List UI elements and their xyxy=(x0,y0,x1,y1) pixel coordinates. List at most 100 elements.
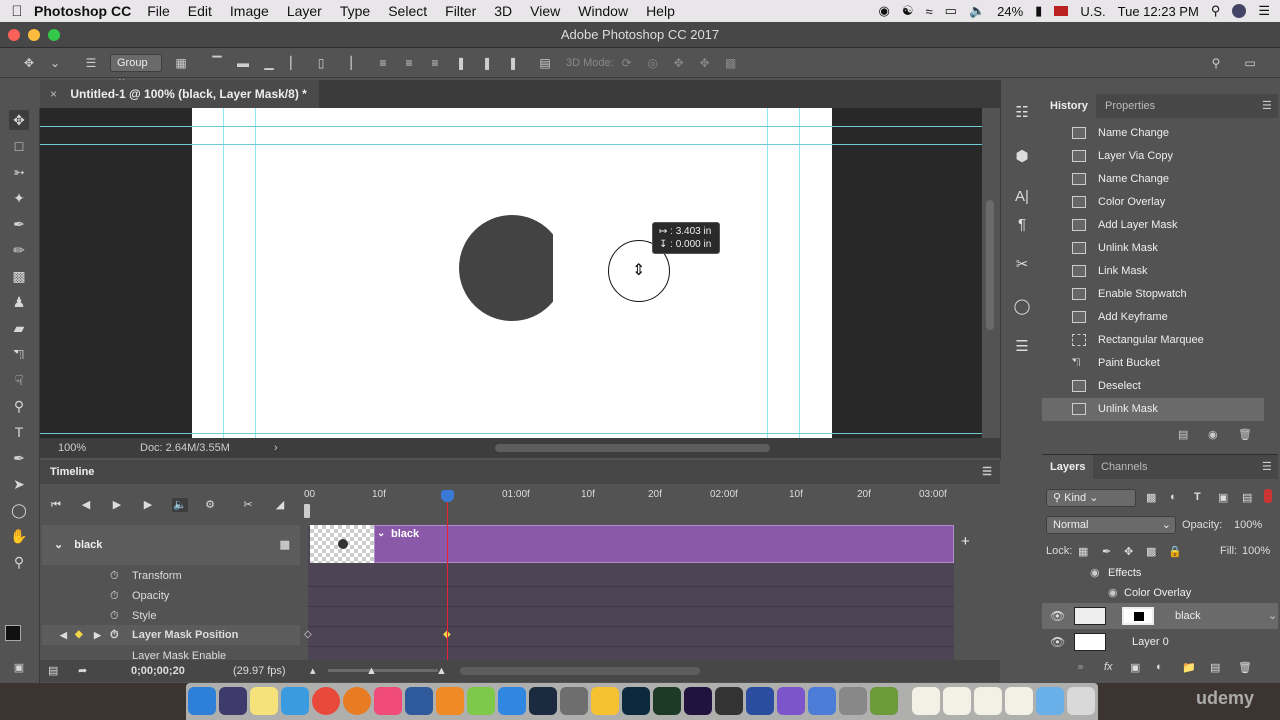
type-tool-icon[interactable]: T xyxy=(9,422,29,442)
close-window-button[interactable] xyxy=(8,29,20,41)
clock[interactable]: Tue 12:23 PM xyxy=(1118,4,1199,19)
visual-studio-icon[interactable] xyxy=(808,687,836,715)
user-icon[interactable] xyxy=(1232,4,1247,18)
finder-icon[interactable] xyxy=(188,687,216,715)
history-item[interactable]: Color Overlay xyxy=(1042,191,1264,214)
search-icon[interactable]: ⚲ xyxy=(1207,55,1225,71)
settings-gear-icon[interactable]: ⚙ xyxy=(202,498,218,512)
effects-row[interactable]: ◉ Effects xyxy=(1042,563,1278,583)
hand-tool-icon[interactable]: ✋ xyxy=(9,526,29,546)
align-bottom-icon[interactable]: ▁ xyxy=(260,55,278,71)
timeline-ruler[interactable]: 00 10f 01:00f 10f 20f 02:00f 10f 20f 03:… xyxy=(300,486,960,518)
new-layer-icon[interactable]: ▤ xyxy=(1210,661,1220,674)
smudge-icon[interactable]: ☟ xyxy=(9,370,29,390)
stopwatch-icon[interactable]: ⏱ xyxy=(110,586,119,606)
safari-icon[interactable] xyxy=(281,687,309,715)
after-effects-icon[interactable] xyxy=(684,687,712,715)
layer-row-black[interactable]: 👁 black ⌄ xyxy=(1042,603,1278,629)
snapshot-camera-icon[interactable]: ◉ xyxy=(1208,428,1218,441)
spotlight-icon[interactable]: ⚲ xyxy=(1211,3,1221,19)
next-frame-icon[interactable]: ▶ xyxy=(140,498,156,512)
flag-icon[interactable] xyxy=(1054,6,1069,16)
distribute-vcenter-icon[interactable]: ≡ xyxy=(400,55,418,71)
align-left-icon[interactable]: ▏ xyxy=(286,55,304,71)
zoom-out-icon[interactable]: ▴ xyxy=(310,660,316,682)
eyedropper-icon[interactable]: ✒ xyxy=(9,214,29,234)
filter-pixel-icon[interactable]: ▩ xyxy=(1146,491,1156,504)
quick-mask-icon[interactable]: ▣ xyxy=(9,658,29,678)
new-document-from-state-icon[interactable]: ▤ xyxy=(1178,428,1188,441)
magic-wand-icon[interactable]: ✦ xyxy=(9,188,29,208)
history-item[interactable]: Link Mask xyxy=(1042,260,1264,283)
menu-layer[interactable]: Layer xyxy=(287,3,322,19)
pen-tool-icon[interactable]: ✒ xyxy=(9,448,29,468)
playhead-handle[interactable] xyxy=(441,490,454,502)
timeline-title[interactable]: Timeline xyxy=(50,466,94,478)
filter-type-icon[interactable]: T xyxy=(1194,491,1201,503)
zoom-level[interactable]: 100% xyxy=(58,438,86,458)
ibooks-icon[interactable] xyxy=(436,687,464,715)
work-area-start-handle[interactable] xyxy=(304,504,310,518)
volume-icon[interactable]: 🔈 xyxy=(969,3,985,19)
history-item[interactable]: Enable Stopwatch xyxy=(1042,283,1264,306)
menu-filter[interactable]: Filter xyxy=(445,3,476,19)
move-tool-icon[interactable]: ✥ xyxy=(20,55,38,71)
tab-properties[interactable]: Properties xyxy=(1097,94,1163,118)
menu-edit[interactable]: Edit xyxy=(188,3,212,19)
filter-adjustment-icon[interactable]: ◐ xyxy=(1170,491,1177,503)
tab-history[interactable]: History xyxy=(1042,94,1096,118)
dreamweaver-icon[interactable] xyxy=(777,687,805,715)
workspace-icon[interactable]: ▭ xyxy=(1241,55,1259,71)
menu-select[interactable]: Select xyxy=(388,3,427,19)
color-overlay-row[interactable]: ◉ Color Overlay xyxy=(1042,583,1278,603)
filter-toggle[interactable] xyxy=(1264,489,1272,503)
app-menu[interactable]: Photoshop CC xyxy=(34,3,131,19)
quicktime-icon[interactable] xyxy=(405,687,433,715)
history-item[interactable]: Name Change xyxy=(1042,168,1264,191)
align-hcenter-icon[interactable]: ▯ xyxy=(312,55,330,71)
input-source[interactable]: U.S. xyxy=(1080,4,1105,19)
auto-select-dropdown[interactable]: Group ⌄ xyxy=(110,53,162,85)
transition-icon[interactable]: ◢ xyxy=(272,498,288,512)
filter-smart-object-icon[interactable]: ▤ xyxy=(1242,491,1252,504)
firefox-icon[interactable] xyxy=(343,687,371,715)
add-mask-icon[interactable]: ▣ xyxy=(1130,661,1140,674)
layer-mask-thumbnail[interactable] xyxy=(1122,607,1154,625)
3d-panel-icon[interactable]: ⬢ xyxy=(1011,146,1033,168)
zoom-in-icon[interactable]: ▲ xyxy=(436,660,447,682)
canvas-vertical-scrollbar[interactable] xyxy=(986,200,994,330)
tab-channels[interactable]: Channels xyxy=(1093,455,1155,479)
expand-chevron-icon[interactable]: ⌄ xyxy=(54,539,63,551)
lasso-tool-icon[interactable]: ➳ xyxy=(9,162,29,182)
tool-presets-icon[interactable]: ✂ xyxy=(1011,254,1033,276)
zoom-tool-icon[interactable]: ⚲ xyxy=(9,552,29,572)
layer-thumbnail[interactable] xyxy=(1074,607,1106,625)
menu-view[interactable]: View xyxy=(530,3,560,19)
stopwatch-icon[interactable]: ⏱ xyxy=(110,566,119,586)
paint-bucket-icon[interactable]: ⛠ xyxy=(9,344,29,364)
lock-all-icon[interactable]: 🔒 xyxy=(1168,545,1182,558)
distribute-left-icon[interactable]: ❚ xyxy=(452,55,470,71)
ellipse-tool-icon[interactable]: ◯ xyxy=(9,500,29,520)
notepad-icon[interactable] xyxy=(746,687,774,715)
align-vcenter-icon[interactable]: ▬ xyxy=(234,55,252,71)
effect-visibility-icon[interactable]: ◉ xyxy=(1108,583,1118,603)
visibility-eye-icon[interactable]: 👁 xyxy=(1050,629,1065,655)
blend-mode-dropdown[interactable]: Normal ⌄ xyxy=(1046,516,1176,534)
character-panel-icon[interactable]: A| xyxy=(1011,186,1033,208)
document-icon[interactable] xyxy=(1005,687,1033,715)
canvas-horizontal-scrollbar[interactable] xyxy=(495,444,770,452)
system-preferences-icon[interactable] xyxy=(560,687,588,715)
visibility-eye-icon[interactable]: 👁 xyxy=(1050,603,1065,629)
marquee-tool-icon[interactable]: □ xyxy=(9,136,29,156)
transform-controls-icon[interactable]: ▦ xyxy=(172,55,190,71)
add-keyframe-icon[interactable]: ◆ xyxy=(75,625,83,645)
paragraph-panel-icon[interactable]: ¶ xyxy=(1011,214,1033,236)
audition-icon[interactable] xyxy=(653,687,681,715)
stopwatch-icon[interactable]: ⏱ xyxy=(110,606,119,626)
blender-icon[interactable] xyxy=(870,687,898,715)
document-tab[interactable]: × Untitled-1 @ 100% (black, Layer Mask/8… xyxy=(40,80,319,108)
clone-stamp-icon[interactable]: ♟ xyxy=(9,292,29,312)
first-frame-icon[interactable]: ⏮ xyxy=(48,498,64,512)
document-icon[interactable] xyxy=(943,687,971,715)
